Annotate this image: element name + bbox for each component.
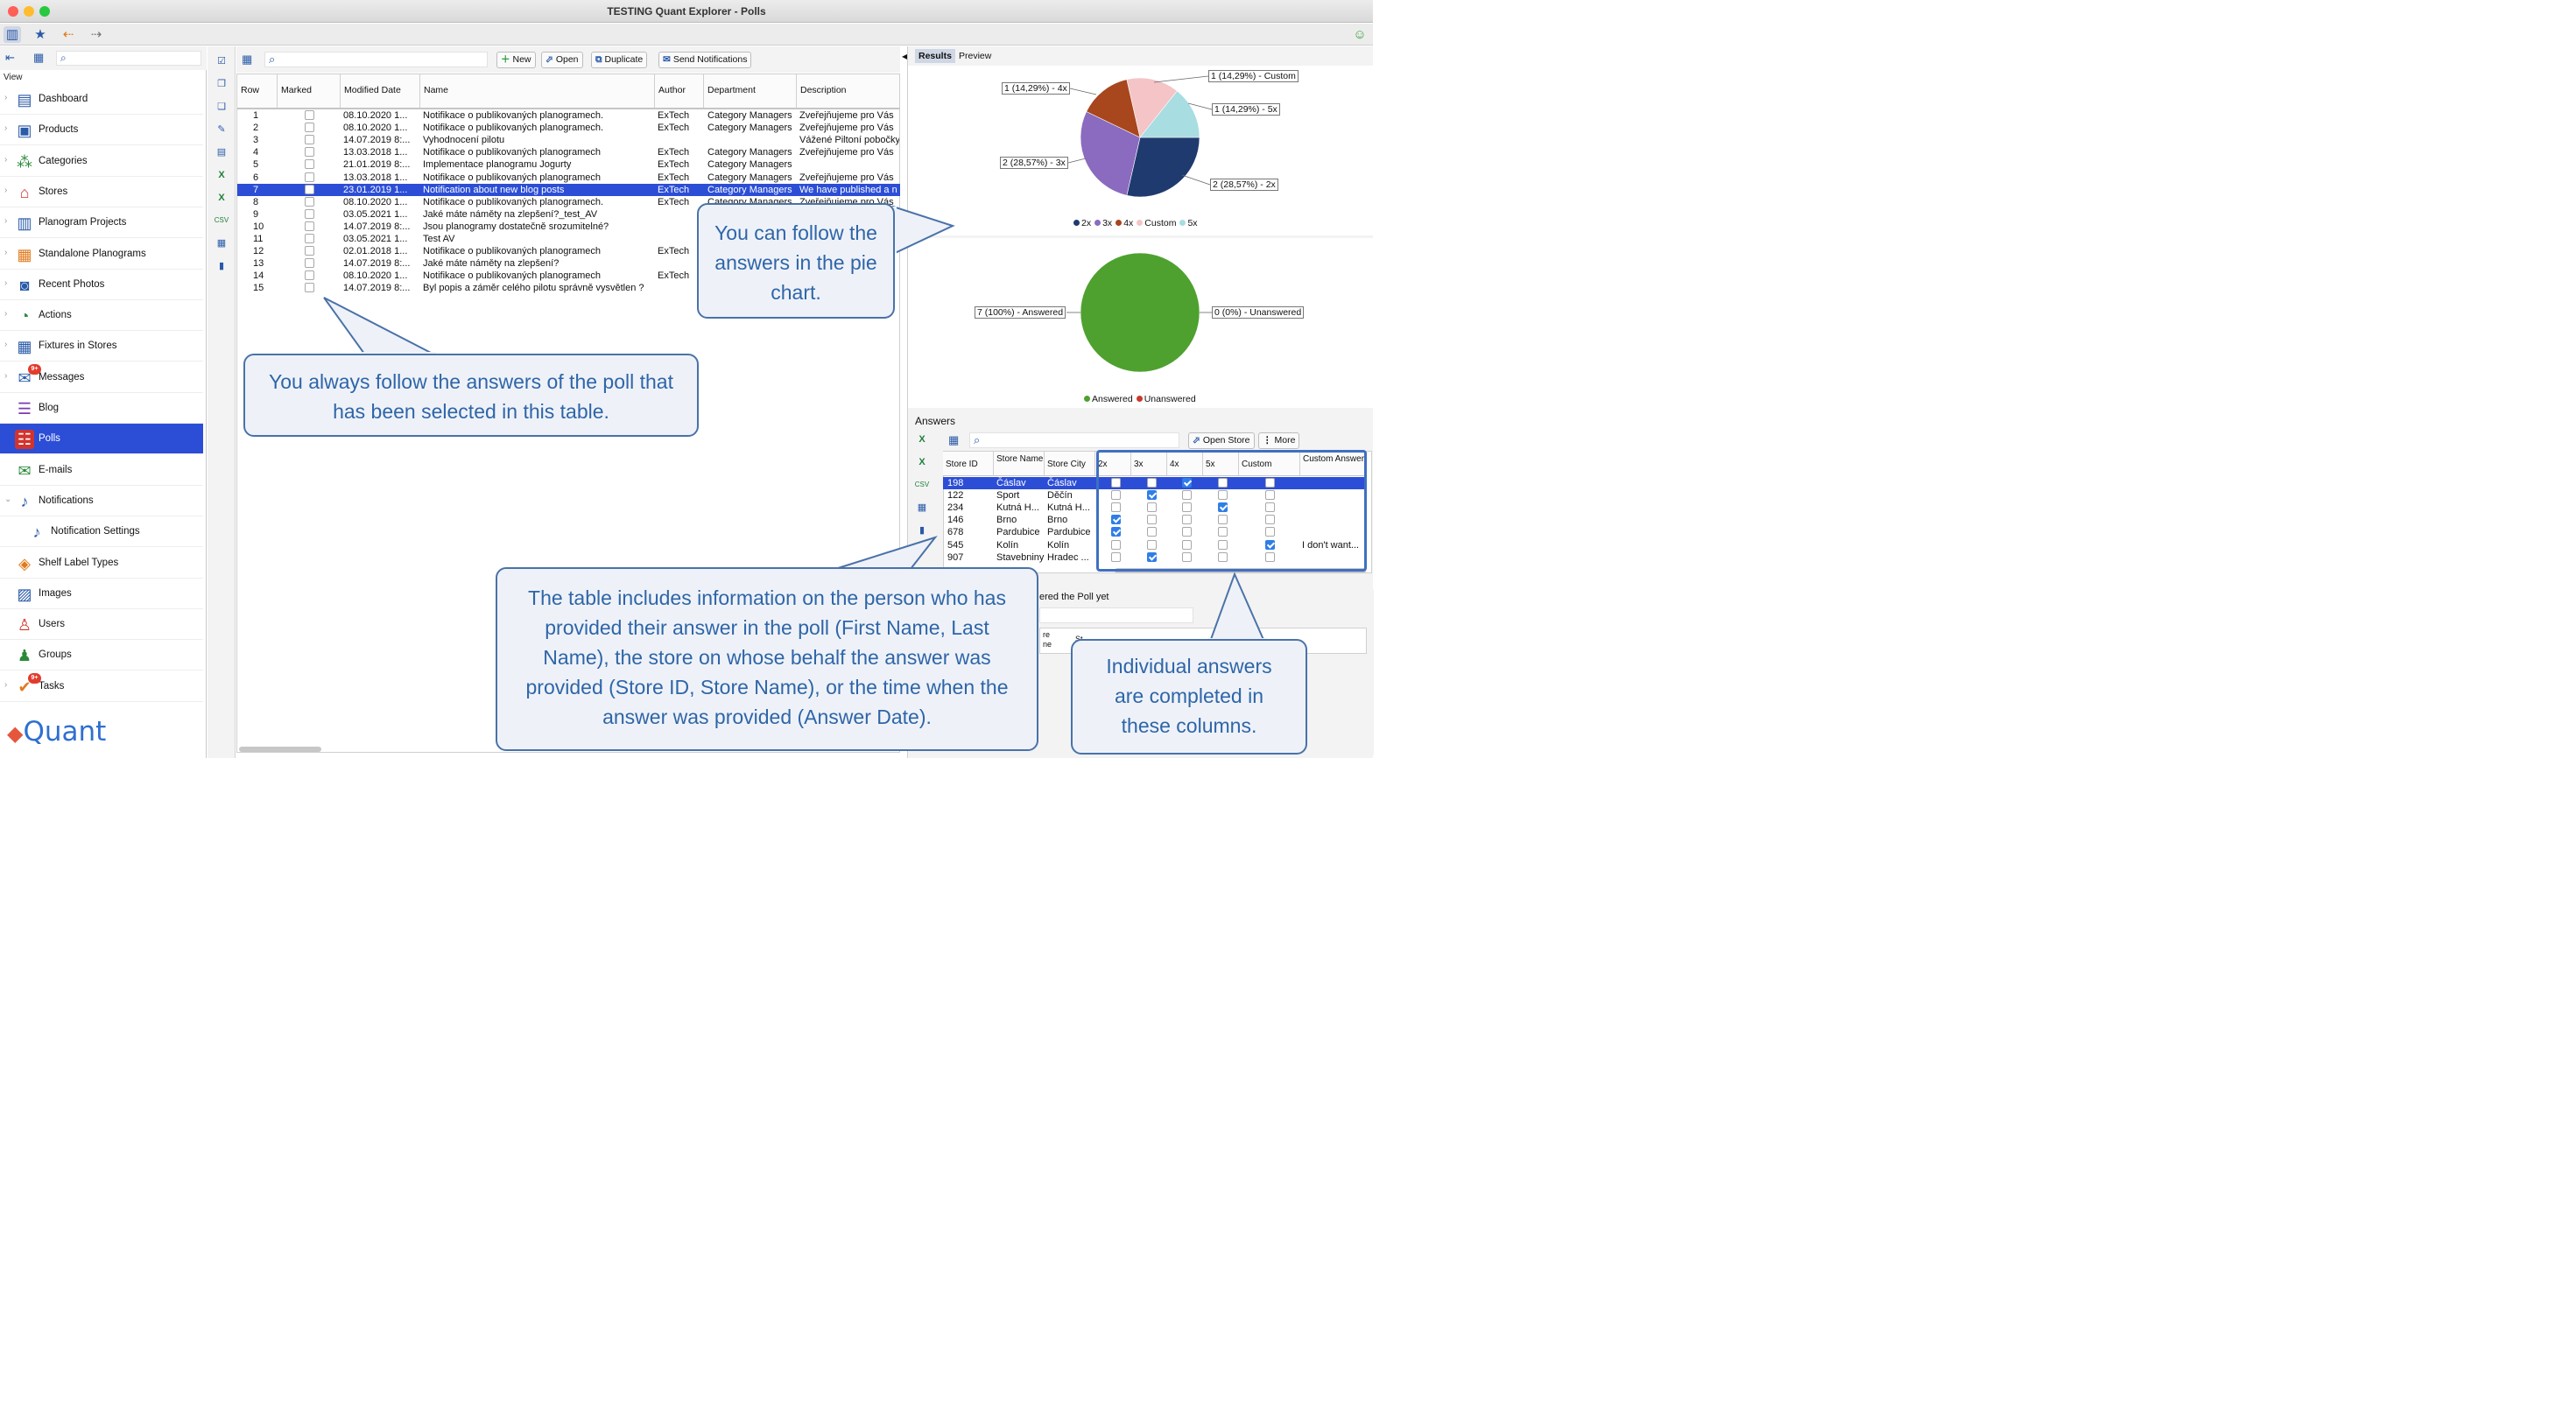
legend-item: 3x — [1091, 218, 1112, 228]
store-name: Brno — [996, 515, 1017, 526]
store-name: Stavebniny — [996, 551, 1045, 563]
legend-label: Answered — [1092, 394, 1133, 404]
store-name: Sport — [996, 490, 1020, 502]
legend-swatch — [1179, 220, 1186, 226]
legend-label: 2x — [1081, 218, 1092, 228]
store-name: Čáslav — [996, 478, 1026, 488]
answers-col-store-id[interactable]: Store ID — [943, 452, 994, 476]
legend-swatch — [1116, 220, 1123, 226]
store-id: 907 — [947, 551, 964, 563]
store-id: 146 — [947, 515, 964, 526]
legend-swatch — [1073, 220, 1080, 226]
pie2-label-unanswered: 0 (0%) - Unanswered — [1212, 306, 1305, 319]
pie-leader-line — [1069, 88, 1097, 95]
store-name: Kolín — [996, 539, 1019, 551]
legend-item: Unanswered — [1133, 394, 1196, 404]
answer-columns-highlight — [1096, 450, 1367, 572]
legend-label: 5x — [1187, 218, 1198, 228]
legend-item: Custom — [1133, 218, 1176, 228]
pie2-label-answered: 7 (100%) - Answered — [975, 306, 1066, 319]
store-id: 678 — [947, 527, 964, 538]
legend-item: Answered — [1080, 394, 1133, 404]
store-city: Hradec ... — [1047, 551, 1089, 563]
store-name: Pardubice — [996, 527, 1040, 538]
pie1-label-5x: 1 (14,29%) - 5x — [1212, 103, 1280, 116]
store-id: 198 — [947, 478, 964, 488]
legend-swatch — [1137, 220, 1144, 226]
legend-item: 5x — [1176, 218, 1198, 228]
store-city: Děčín — [1047, 490, 1073, 502]
store-name: Kutná H... — [996, 502, 1039, 514]
answers-col-store-city[interactable]: Store City — [1045, 452, 1095, 476]
store-id: 234 — [947, 502, 964, 514]
info-annotation-bubble: The table includes information on the pe… — [496, 567, 1038, 751]
legend-item: 2x — [1070, 218, 1091, 228]
columns-annotation-bubble: Individual answers are completed in thes… — [1071, 639, 1307, 755]
legend-swatch — [1084, 396, 1090, 402]
legend-label: 4x — [1123, 218, 1134, 228]
store-city: Čáslav — [1047, 478, 1077, 488]
pie1-legend: 2x 3x 4x Custom 5x — [1070, 218, 1198, 228]
pie1-label-2x: 2 (28,57%) - 2x — [1210, 179, 1278, 191]
pie-leader-line — [1181, 174, 1211, 186]
legend-label: Custom — [1144, 218, 1177, 228]
pie1-label-4x: 1 (14,29%) - 4x — [1002, 82, 1070, 95]
pie-leader-line — [1153, 75, 1209, 83]
answers-col-store-name[interactable]: Store Name — [994, 452, 1045, 476]
legend-item: 4x — [1112, 218, 1133, 228]
store-id: 122 — [947, 490, 964, 502]
store-city: Brno — [1047, 515, 1068, 526]
pie2-legend: Answered Unanswered — [1080, 394, 1196, 404]
pie2-slice-answered[interactable] — [1080, 252, 1200, 373]
store-id: 545 — [947, 539, 964, 551]
pie1-label-3x: 2 (28,57%) - 3x — [1000, 157, 1068, 169]
store-city: Kutná H... — [1047, 502, 1090, 514]
pie-leader-line — [1067, 158, 1087, 164]
store-city: Kolín — [1047, 539, 1070, 551]
legend-label: 3x — [1102, 218, 1113, 228]
store-city: Pardubice — [1047, 527, 1091, 538]
pie1-label-custom: 1 (14,29%) - Custom — [1208, 70, 1299, 82]
legend-swatch — [1094, 220, 1101, 226]
table-annotation-bubble: You always follow the answers of the pol… — [243, 354, 699, 437]
legend-swatch — [1136, 396, 1143, 402]
legend-label: Unanswered — [1144, 394, 1196, 404]
pie-annotation-bubble: You can follow the answers in the pie ch… — [697, 203, 895, 319]
